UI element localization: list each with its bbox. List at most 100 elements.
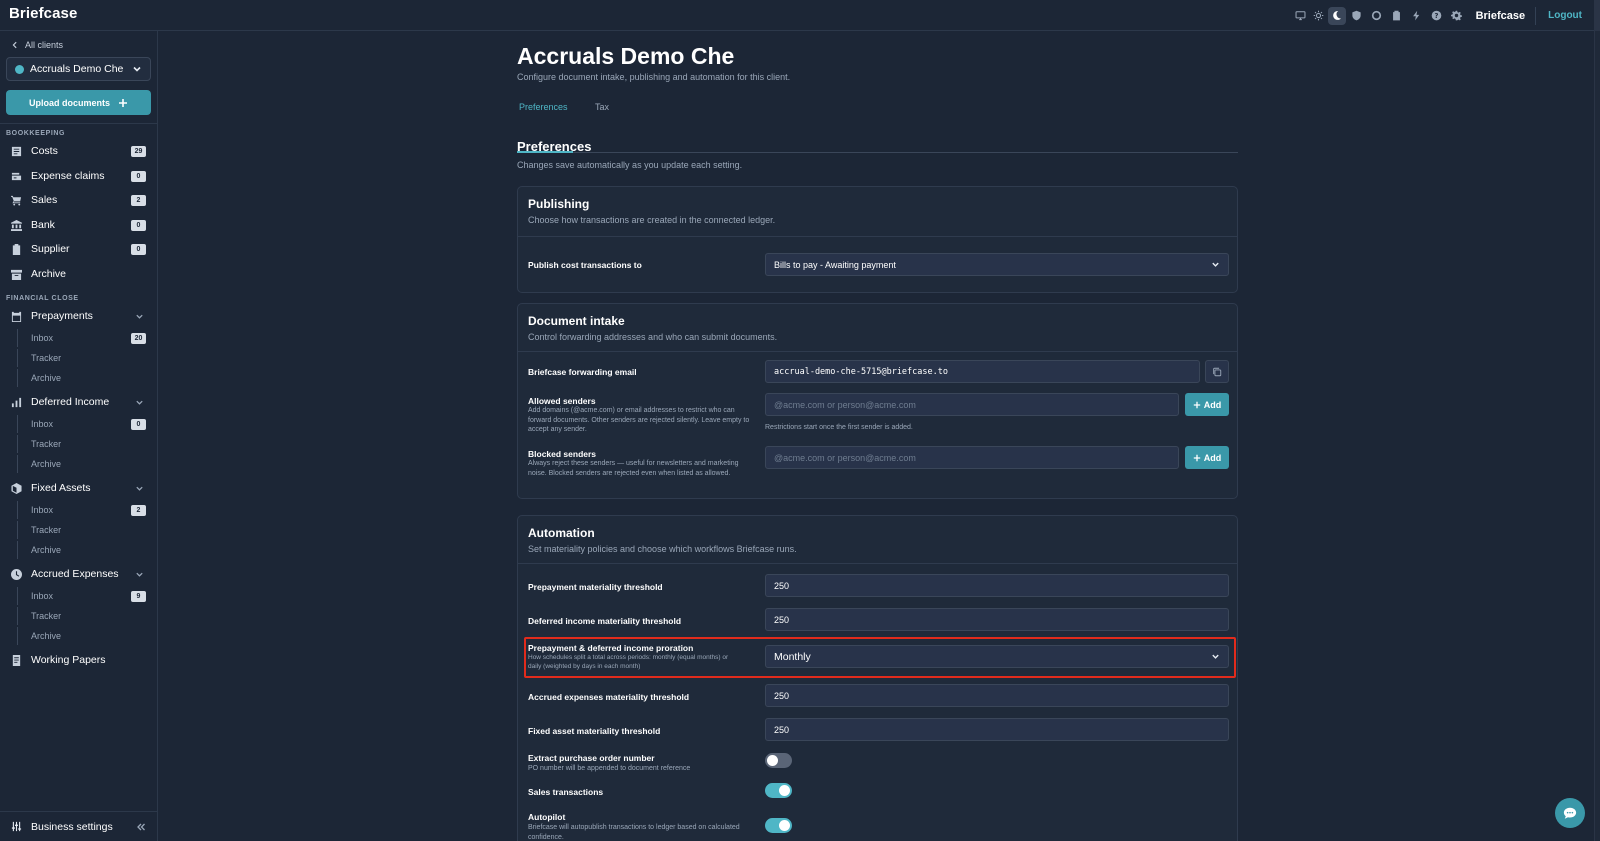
- logout-button[interactable]: Logout: [1544, 10, 1586, 21]
- chevron-down-icon[interactable]: [135, 484, 144, 493]
- add-allowed-sender-button[interactable]: Add: [1185, 393, 1229, 416]
- sidebar-subitem-deferred-tracker[interactable]: Tracker: [17, 435, 158, 453]
- add-blocked-sender-button[interactable]: Add: [1185, 446, 1229, 469]
- tab-preferences[interactable]: Preferences: [519, 102, 568, 112]
- card-title: Document intake: [528, 314, 625, 328]
- card-title: Automation: [528, 526, 595, 540]
- sidebar-item-deferred-income[interactable]: Deferred Income: [0, 392, 158, 412]
- box-icon: [11, 482, 22, 494]
- top-client-name[interactable]: Briefcase: [1476, 10, 1526, 22]
- receipt-icon: [11, 146, 22, 157]
- sidebar-item-supplier[interactable]: Supplier 0: [0, 239, 158, 259]
- allowed-senders-note: Restrictions start once the first sender…: [765, 424, 913, 431]
- cart-icon: [11, 195, 22, 206]
- subitem-label: Archive: [31, 373, 62, 383]
- sidebar-item-prepayments[interactable]: Prepayments: [0, 306, 158, 326]
- svg-text:?: ?: [1435, 12, 1439, 20]
- copy-button[interactable]: [1205, 360, 1229, 383]
- autopilot-label: Autopilot: [528, 812, 566, 822]
- help-icon[interactable]: ?: [1428, 7, 1446, 25]
- subitem-label: Inbox: [31, 333, 54, 343]
- page-scrollbar[interactable]: [1594, 31, 1600, 841]
- autopilot-toggle[interactable]: [765, 818, 792, 833]
- monitor-icon[interactable]: [1292, 7, 1310, 25]
- sidebar-subitem-accrued-inbox[interactable]: Inbox 9: [17, 587, 158, 605]
- sidebar-item-costs[interactable]: Costs 29: [0, 141, 158, 161]
- sidebar-item-expense-claims[interactable]: Expense claims 0: [0, 166, 158, 186]
- collapse-sidebar-icon[interactable]: [136, 822, 146, 832]
- sidebar-item-sales[interactable]: Sales 2: [0, 190, 158, 210]
- sidebar-item-bank[interactable]: Bank 0: [0, 215, 158, 235]
- publish-select[interactable]: Bills to pay - Awaiting payment: [765, 253, 1229, 276]
- chevron-down-icon: [1212, 262, 1219, 267]
- proration-label: Prepayment & deferred income proration: [528, 643, 694, 653]
- sidebar-subitem-fixed-inbox[interactable]: Inbox 2: [17, 501, 158, 519]
- upload-documents-button[interactable]: Upload documents: [6, 90, 151, 115]
- business-settings-label: Business settings: [31, 820, 113, 833]
- plus-icon: [1193, 401, 1200, 408]
- sidebar-subitem-prepayments-tracker[interactable]: Tracker: [17, 349, 158, 367]
- sun-icon[interactable]: [1310, 7, 1328, 25]
- sidebar-subitem-deferred-inbox[interactable]: Inbox 0: [17, 415, 158, 433]
- page-subtitle: Configure document intake, publishing an…: [517, 72, 791, 82]
- all-clients-link[interactable]: All clients: [11, 40, 63, 50]
- po-toggle[interactable]: [765, 753, 792, 768]
- sales-transactions-toggle[interactable]: [765, 783, 792, 798]
- brand-logo[interactable]: Briefcase: [9, 5, 77, 22]
- section-financial-close: FINANCIAL CLOSE: [6, 295, 79, 302]
- section-bookkeeping: BOOKKEEPING: [6, 130, 66, 137]
- clipboard-icon[interactable]: [1388, 7, 1406, 25]
- sidebar-item-label: Accrued Expenses: [31, 568, 119, 580]
- chevron-down-icon[interactable]: [135, 570, 144, 579]
- client-select[interactable]: Accruals Demo Che: [6, 57, 151, 81]
- accrued-threshold-input[interactable]: 250: [765, 684, 1229, 707]
- sidebar-subitem-accrued-archive[interactable]: Archive: [17, 627, 158, 645]
- sidebar-item-archive[interactable]: Archive: [0, 264, 158, 284]
- proration-select-value: Monthly: [774, 650, 811, 663]
- fixed-threshold-input[interactable]: 250: [765, 718, 1229, 741]
- sidebar-item-label: Working Papers: [31, 654, 106, 666]
- sidebar-subitem-prepayments-archive[interactable]: Archive: [17, 369, 158, 387]
- sidebar-subitem-deferred-archive[interactable]: Archive: [17, 455, 158, 473]
- chevron-down-icon[interactable]: [135, 312, 144, 321]
- clipboard-icon: [11, 243, 22, 255]
- toggle-knob: [779, 820, 790, 831]
- prepayment-threshold-input[interactable]: 250: [765, 574, 1229, 597]
- publishing-card: Publishing Choose how transactions are c…: [517, 186, 1238, 293]
- sidebar-item-accrued-expenses[interactable]: Accrued Expenses: [0, 564, 158, 584]
- gear-icon[interactable]: [1448, 7, 1466, 25]
- subitem-label: Inbox: [31, 591, 54, 601]
- sidebar-divider: [0, 123, 158, 124]
- sidebar-subitem-fixed-archive[interactable]: Archive: [17, 541, 158, 559]
- sidebar: All clients Accruals Demo Che Upload doc…: [0, 31, 158, 841]
- clock-icon: [11, 568, 22, 580]
- tab-tax[interactable]: Tax: [595, 102, 609, 112]
- deferred-threshold-input[interactable]: 250: [765, 608, 1229, 631]
- chevron-down-icon[interactable]: [135, 398, 144, 407]
- allowed-senders-input[interactable]: @acme.com or person@acme.com: [765, 393, 1179, 416]
- sidebar-subitem-accrued-tracker[interactable]: Tracker: [17, 607, 158, 625]
- sidebar-item-fixed-assets[interactable]: Fixed Assets: [0, 478, 158, 498]
- moon-icon[interactable]: [1327, 6, 1346, 25]
- sidebar-subitem-prepayments-inbox[interactable]: Inbox 20: [17, 329, 158, 347]
- sidebar-item-label: Expense claims: [31, 170, 105, 182]
- sidebar-item-label: Sales: [31, 194, 58, 206]
- sidebar-item-label: Deferred Income: [31, 396, 110, 408]
- autopilot-help: Briefcase will autopublish transactions …: [528, 824, 740, 841]
- proration-select[interactable]: Monthly: [765, 645, 1229, 668]
- shield-icon[interactable]: [1348, 7, 1366, 25]
- prepayment-threshold-label: Prepayment materiality threshold: [528, 582, 663, 592]
- blocked-senders-input[interactable]: @acme.com or person@acme.com: [765, 446, 1179, 469]
- bolt-icon[interactable]: [1408, 7, 1426, 25]
- po-help: PO number will be appended to document r…: [528, 765, 691, 772]
- business-settings-link[interactable]: Business settings: [0, 811, 158, 841]
- forwarding-email-field[interactable]: accrual-demo-che-5715@briefcase.to: [765, 360, 1200, 383]
- plus-icon: [1193, 454, 1200, 461]
- sidebar-subitem-fixed-tracker[interactable]: Tracker: [17, 521, 158, 539]
- chat-button[interactable]: [1555, 798, 1585, 828]
- subitem-label: Archive: [31, 631, 62, 641]
- circle-icon[interactable]: [1368, 7, 1386, 25]
- sidebar-item-label: Archive: [31, 268, 67, 280]
- client-select-value: Accruals Demo Che: [30, 63, 124, 75]
- sidebar-item-working-papers[interactable]: Working Papers: [0, 650, 158, 670]
